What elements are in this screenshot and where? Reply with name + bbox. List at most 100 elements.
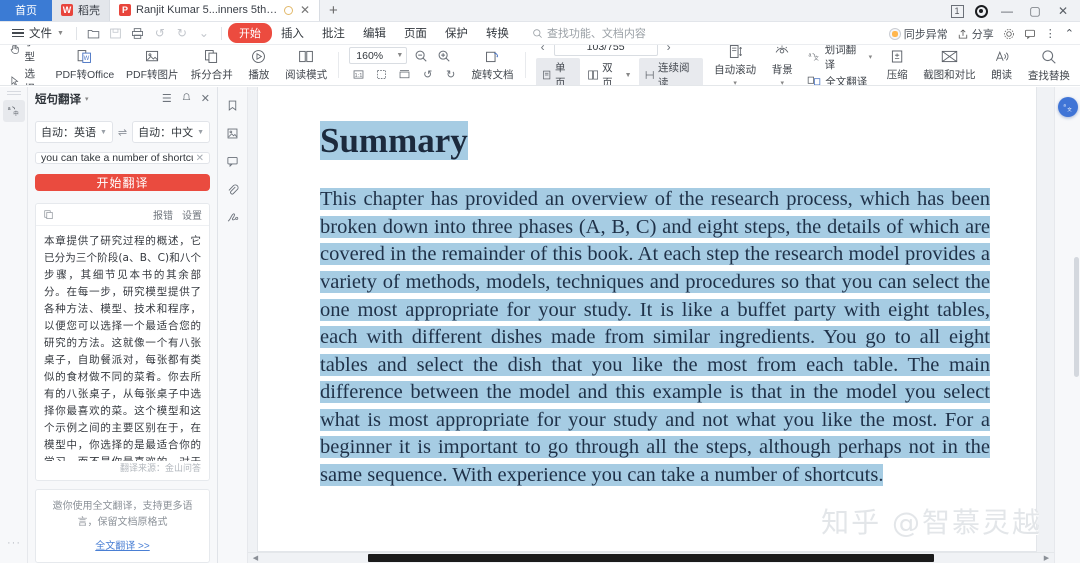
thumbnail-icon[interactable] (226, 127, 239, 140)
hand-tool-button[interactable]: 手型 (9, 45, 45, 64)
save-icon[interactable] (105, 23, 127, 43)
fit-width-icon[interactable] (395, 66, 414, 83)
page-number-input[interactable]: 103/755 (553, 45, 658, 56)
report-error-link[interactable]: 报错 (153, 207, 173, 222)
view-single-page-label: 单页 (555, 62, 566, 86)
swap-languages-icon[interactable]: ⇌ (118, 126, 127, 139)
signature-icon[interactable] (226, 211, 239, 224)
tab-home[interactable]: 首页 (0, 0, 52, 21)
rotate-left-icon[interactable]: ↺ (418, 66, 437, 83)
document-viewport[interactable]: Summary This chapter has provided an ove… (248, 87, 1054, 563)
play-button[interactable]: 播放 (239, 45, 279, 85)
translate-source-input[interactable]: you can take a number of shortcuts. ✕ (35, 152, 210, 164)
select-tool-button[interactable]: 选择 (9, 66, 45, 85)
horizontal-scrollbar-thumb[interactable] (368, 554, 934, 562)
tab-pdf-document[interactable]: P Ranjit Kumar 5...inners 5th.pdf ✕ (110, 0, 320, 21)
pdf-page[interactable]: Summary This chapter has provided an ove… (258, 87, 1036, 551)
zoom-level-select[interactable]: 160% ▼ (349, 47, 408, 64)
clear-icon[interactable]: ✕ (193, 153, 204, 163)
list-icon[interactable]: ☰ (162, 92, 172, 105)
compress-button[interactable]: 压缩 (877, 45, 917, 85)
new-tab-button[interactable]: + (320, 1, 347, 21)
share-button[interactable]: 分享 (957, 26, 994, 42)
attachment-icon[interactable] (226, 183, 239, 196)
tab-close-icon[interactable]: ✕ (300, 4, 310, 16)
vertical-scrollbar-thumb[interactable] (1074, 257, 1079, 377)
menu-item-convert[interactable]: 转换 (477, 23, 518, 43)
window-controls: 1 — ▢ ✕ (946, 0, 1076, 22)
pdf-to-image-button[interactable]: PDF转图片 (120, 45, 184, 85)
chevron-up-icon[interactable]: ⌃ (1065, 27, 1074, 40)
maximize-button[interactable]: ▢ (1022, 1, 1048, 21)
menu-item-page[interactable]: 页面 (395, 23, 436, 43)
close-button[interactable]: ✕ (1050, 1, 1076, 21)
sync-status-button[interactable]: 同步异常 (888, 26, 948, 42)
view-continuous-label: 连续阅读 (658, 62, 690, 86)
gear-icon[interactable] (1003, 28, 1015, 40)
view-double-page-button[interactable]: 双页 ▼ (582, 58, 637, 85)
feedback-comment-icon[interactable] (1024, 28, 1036, 40)
scroll-left-arrow-icon[interactable]: ◀ (250, 552, 261, 563)
read-aloud-button[interactable]: 朗读 (982, 45, 1022, 85)
close-icon[interactable]: ✕ (201, 92, 210, 105)
bookmark-icon[interactable] (226, 99, 239, 112)
menu-item-annotate[interactable]: 批注 (313, 23, 354, 43)
screenshot-compare-button[interactable]: 截图和对比 (917, 45, 981, 85)
menu-item-protect[interactable]: 保护 (436, 23, 477, 43)
chevron-down-icon: ▼ (99, 128, 107, 136)
bell-icon[interactable] (181, 92, 192, 105)
wps-ai-fab-button[interactable]: a文 (1057, 97, 1078, 117)
search-input[interactable]: 查找功能、文档内容 (532, 25, 646, 41)
source-language-select[interactable]: 自动：英语 ▼ (35, 121, 113, 143)
zoom-in-icon[interactable] (434, 47, 453, 64)
tab-docer[interactable]: W 稻壳 (52, 0, 110, 21)
translate-settings-link[interactable]: 设置 (182, 207, 202, 222)
full-translate-link[interactable]: 全文翻译 >> (95, 537, 149, 552)
minimize-button[interactable]: — (994, 1, 1020, 21)
undo-icon[interactable]: ↺ (149, 23, 171, 43)
read-mode-button[interactable]: 阅读模式 (279, 45, 333, 85)
page-nav-group: ‹ 103/755 › 单页 双页 ▼ 连续阅读 (531, 45, 708, 86)
more-icon[interactable]: ⋮ (1045, 27, 1056, 40)
print-icon[interactable] (127, 23, 149, 43)
menu-item-insert[interactable]: 插入 (272, 23, 313, 43)
scroll-right-arrow-icon[interactable]: ▶ (1041, 552, 1052, 563)
copy-icon[interactable] (43, 209, 54, 220)
svg-text:文: 文 (1067, 106, 1072, 113)
zoom-out-icon[interactable] (411, 47, 430, 64)
tab-count-badge[interactable]: 1 (946, 1, 968, 21)
next-page-button[interactable]: › (662, 45, 676, 54)
rail-translate-button[interactable]: a中 (2, 100, 25, 122)
rotate-right-icon[interactable]: ↻ (441, 66, 460, 83)
split-merge-button[interactable]: 拆分合并 (185, 45, 239, 85)
translate-word-button[interactable]: a文 划词翻译 ▾ (807, 45, 872, 72)
menu-item-start[interactable]: 开始 (227, 23, 272, 43)
prev-page-button[interactable]: ‹ (536, 45, 550, 54)
comment-icon[interactable] (226, 155, 239, 168)
full-translate-promo: 邀你使用全文翻译，支持更多语言，保留文档原格式 全文翻译 >> (35, 489, 210, 563)
view-continuous-button[interactable]: 连续阅读 (638, 58, 703, 86)
start-translate-button[interactable]: 开始翻译 (35, 174, 210, 191)
menu-item-edit[interactable]: 编辑 (354, 23, 395, 43)
record-icon[interactable] (970, 1, 992, 21)
zoom-level-value: 160% (356, 49, 384, 62)
find-replace-button[interactable]: 查找替换 (1022, 45, 1076, 85)
open-folder-icon[interactable] (83, 23, 105, 43)
pdf-to-office-button[interactable]: W PDF转Office (50, 45, 120, 85)
autoscroll-button[interactable]: 自动滚动 ▾ (708, 45, 762, 85)
divider (338, 52, 340, 78)
rotate-document-button[interactable]: 旋转文档 (465, 45, 519, 85)
chevron-down-icon: ▼ (624, 71, 632, 79)
translate-full-button[interactable]: 全文翻译 (807, 74, 872, 85)
fit-page-icon[interactable] (372, 66, 391, 83)
rail-more-button[interactable]: ··· (0, 537, 28, 549)
file-menu-button[interactable]: 文件 ▼ (6, 25, 70, 41)
background-button[interactable]: 背景 ▾ (762, 45, 802, 85)
customize-icon[interactable]: ⌄ (193, 23, 215, 43)
chevron-down-icon[interactable]: ▾ (85, 95, 89, 103)
target-language-select[interactable]: 自动：中文 ▼ (132, 121, 210, 143)
redo-icon[interactable]: ↻ (171, 23, 193, 43)
view-single-page-button[interactable]: 单页 (535, 58, 580, 86)
share-label: 分享 (971, 28, 994, 41)
fit-actual-icon[interactable]: 1:1 (349, 66, 368, 83)
